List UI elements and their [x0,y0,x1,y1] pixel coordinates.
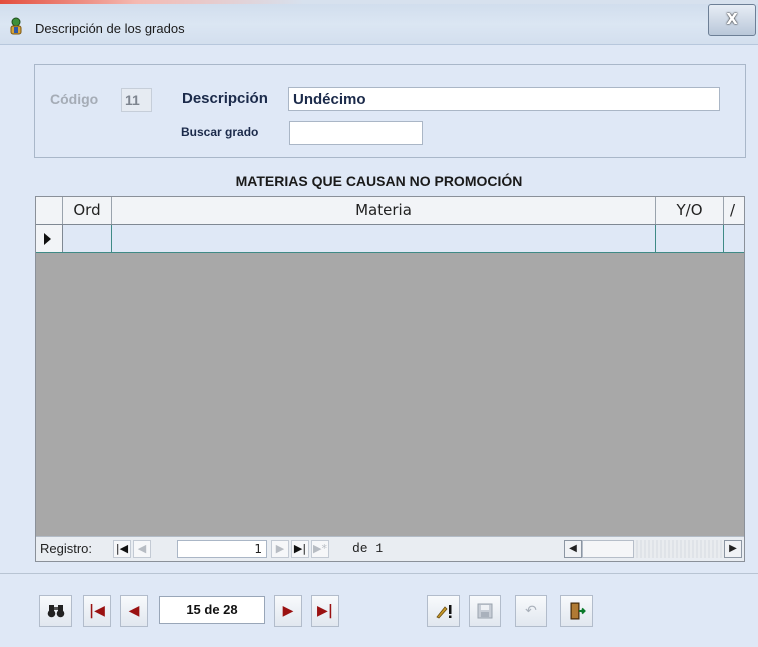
scroll-left-icon[interactable]: ◀ [564,540,582,558]
first-record-icon: |◀ [115,542,129,555]
buscar-grado-input[interactable] [289,121,423,145]
new-record-icon: ▶* [313,542,327,555]
materias-datasheet: Ord Materia Y/O / Registro: |◀ ◀ 1 ▶ ▶| … [35,196,745,562]
column-header-materia[interactable]: Materia [112,197,656,224]
cell-ord[interactable] [63,225,112,252]
first-record-icon: |◀ [89,603,105,619]
search-button[interactable] [39,595,72,627]
header-selector-corner[interactable] [36,197,63,224]
navigator-count: de 1 [352,541,384,556]
cell-yo[interactable] [656,225,724,252]
last-record-icon: ▶| [293,542,307,555]
nav-first-button[interactable]: |◀ [113,540,131,558]
save-icon [477,603,493,619]
prev-record-icon: ◀ [137,542,147,555]
column-header-ord[interactable]: Ord [63,197,112,224]
first-record-button[interactable]: |◀ [83,595,111,627]
cell-materia[interactable] [112,225,656,252]
exit-icon [570,602,586,620]
close-button[interactable]: X [708,4,756,36]
codigo-label: Código [50,91,99,107]
last-record-icon: ▶| [317,603,333,619]
column-header-truncated[interactable]: / [724,197,744,224]
nav-last-button[interactable]: ▶| [291,540,309,558]
column-header-yo[interactable]: Y/O [656,197,724,224]
teacher-globe-icon [10,17,22,35]
title-accent-strip [0,0,758,4]
nav-new-button[interactable]: ▶* [311,540,329,558]
datasheet-header: Ord Materia Y/O / [36,197,744,225]
title-bar[interactable]: Descripción de los grados X [0,0,758,45]
scroll-thumb[interactable] [582,540,634,558]
previous-record-button[interactable]: ◀ [120,595,148,627]
cell-truncated[interactable] [724,225,744,252]
window-title: Descripción de los grados [35,21,185,36]
navigator-label: Registro: [40,541,93,556]
undo-button[interactable]: ↶ [515,595,547,627]
edit-button[interactable] [427,595,460,627]
footer-divider [0,573,758,574]
edit-icon [435,605,451,619]
next-record-icon: ▶ [275,542,285,555]
exit-button[interactable] [560,595,593,627]
table-row[interactable] [36,225,744,253]
scroll-track[interactable] [634,540,724,558]
nav-prev-button[interactable]: ◀ [133,540,151,558]
save-button[interactable] [469,595,501,627]
buscar-grado-label: Buscar grado [181,125,259,139]
codigo-field: 11 [121,88,152,112]
last-record-button[interactable]: ▶| [311,595,339,627]
scroll-right-icon[interactable]: ▶ [724,540,742,558]
nav-record-input[interactable]: 1 [177,540,267,558]
next-record-icon: ▶ [282,603,294,619]
grades-window: Descripción de los grados X Código 11 De… [0,0,758,647]
undo-icon: ↶ [525,603,537,619]
descripcion-label: Descripción [182,90,268,107]
horizontal-scrollbar[interactable]: ◀ ▶ [564,540,742,558]
current-record-icon [44,233,51,245]
record-selector[interactable] [36,225,63,252]
record-navigator: Registro: |◀ ◀ 1 ▶ ▶| ▶* de 1 ◀ ▶ [36,536,744,561]
prev-record-icon: ◀ [128,603,140,619]
subform-title: MATERIAS QUE CAUSAN NO PROMOCIÓN [235,173,523,189]
record-counter: 15 de 28 [159,596,265,624]
binoculars-icon [47,605,64,618]
next-record-button[interactable]: ▶ [274,595,302,627]
descripcion-input[interactable]: Undécimo [288,87,720,111]
nav-next-button[interactable]: ▶ [271,540,289,558]
